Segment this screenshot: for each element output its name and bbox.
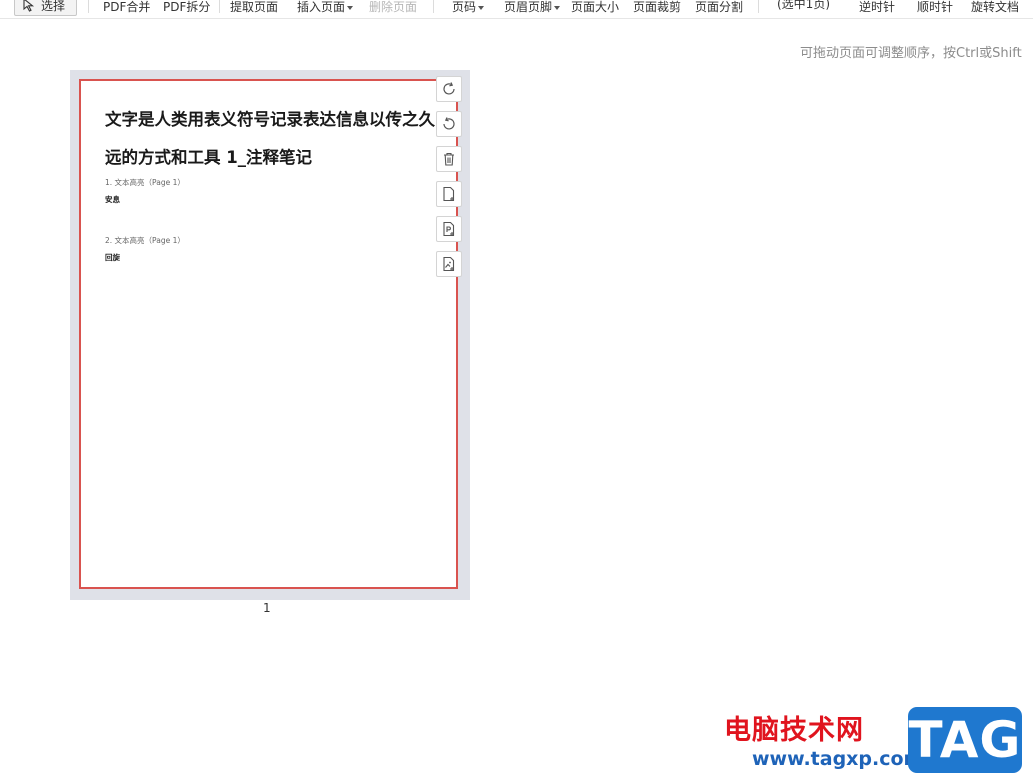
pdf-merge-button[interactable]: PDF合并 — [103, 0, 150, 15]
selected-count-label: (选中1页) — [777, 0, 830, 11]
add-blank-page-icon — [443, 186, 455, 202]
page-thumbnail[interactable]: 文字是人类用表义符号记录表达信息以传之久远的方式和工具 1_注释笔记 1. 文本… — [79, 79, 458, 589]
rotate-clockwise-button[interactable] — [436, 76, 462, 102]
chevron-down-icon — [478, 5, 485, 10]
insert-page-label: 插入页面 — [297, 0, 346, 14]
insert-pdf-page-icon — [443, 221, 455, 237]
rotate-counterclockwise-button[interactable]: 逆时针 — [859, 0, 895, 15]
rotate-document-button[interactable]: 旋转文档 — [971, 0, 1019, 15]
page-size-button[interactable]: 页面大小 — [571, 0, 619, 15]
watermark-site-name: 电脑技术网 — [724, 715, 864, 746]
rotate-clockwise-icon — [443, 82, 455, 95]
header-footer-button[interactable]: 页眉页脚 — [504, 0, 561, 15]
extract-page-button[interactable]: 提取页面 — [230, 0, 278, 15]
trash-icon — [444, 152, 454, 166]
select-label: 选择 — [41, 0, 66, 13]
toolbar-divider — [758, 0, 759, 13]
page-split-button[interactable]: 页面分割 — [695, 0, 743, 15]
watermark-logo: TAG — [908, 707, 1022, 773]
insert-pdf-page-button[interactable] — [436, 216, 462, 242]
delete-page-button[interactable]: 删除页面 — [369, 0, 417, 15]
watermark-logo-text: TAG — [908, 711, 1022, 769]
toolbar-divider — [433, 0, 434, 13]
page-toolbar: 选择 PDF合并 PDF拆分 提取页面 插入页面 删除页面 页码 页眉页脚 页面… — [0, 0, 1033, 19]
toolbar-divider — [88, 0, 89, 13]
document-title: 文字是人类用表义符号记录表达信息以传之久远的方式和工具 1_注释笔记 — [105, 110, 435, 167]
note-heading: 1. 文本高亮（Page 1） — [105, 178, 185, 187]
delete-page-button[interactable] — [436, 146, 462, 172]
note-text: 安息 — [105, 195, 120, 204]
rotate-counterclockwise-icon — [443, 117, 455, 130]
chevron-down-icon — [554, 5, 561, 10]
drag-reorder-hint: 可拖动页面可调整顺序，按Ctrl或Shift — [800, 46, 1022, 61]
header-footer-label: 页眉页脚 — [504, 0, 553, 14]
page-crop-button[interactable]: 页面裁剪 — [633, 0, 681, 15]
add-blank-page-button[interactable] — [436, 181, 462, 207]
rotate-counterclockwise-button[interactable] — [436, 111, 462, 137]
insert-image-page-icon — [443, 256, 455, 272]
rotate-clockwise-button[interactable]: 顺时针 — [917, 0, 953, 15]
chevron-down-icon — [347, 5, 354, 10]
insert-page-button[interactable]: 插入页面 — [297, 0, 354, 15]
insert-image-page-button[interactable] — [436, 251, 462, 277]
toolbar-divider — [219, 0, 220, 13]
note-text: 回旋 — [105, 253, 120, 262]
cursor-arrow-icon — [23, 0, 35, 12]
watermark-url: www.tagxp.com — [752, 748, 924, 770]
page-number-label: 页码 — [452, 0, 477, 14]
select-button[interactable]: 选择 — [14, 0, 77, 16]
pdf-split-button[interactable]: PDF拆分 — [163, 0, 210, 15]
page-number-button[interactable]: 页码 — [452, 0, 485, 15]
note-heading: 2. 文本高亮（Page 1） — [105, 236, 185, 245]
page-number-label: 1 — [263, 601, 271, 615]
